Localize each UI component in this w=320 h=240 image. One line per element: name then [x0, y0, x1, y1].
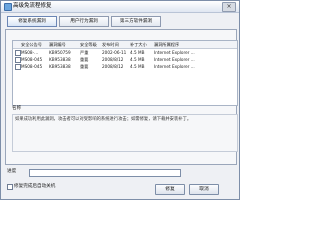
- cell-size: 4.5 MB: [130, 64, 145, 69]
- content-panel: 安全公告号 漏洞编号 安全等级 发布时间 补丁大小 漏洞所属程序 MS08-..…: [5, 29, 238, 165]
- description-box: 如果成功利用此漏洞，攻击者可以对受影响的系统进行攻击；如需修复，请下载并安装补丁…: [12, 114, 238, 152]
- column-header-program: 漏洞所属程序: [154, 42, 180, 47]
- name-label: 名称: [12, 106, 22, 111]
- cell-level: 严重: [80, 50, 89, 55]
- column-header-date: 发布时间: [102, 42, 119, 47]
- cell-bulletin: MS08-045: [21, 57, 43, 62]
- column-header-size: 补丁大小: [130, 42, 147, 47]
- close-button[interactable]: ×: [222, 2, 236, 12]
- title-bar: 高级免流程修复 ×: [1, 1, 239, 13]
- description-text: 如果成功利用此漏洞，攻击者可以对受影响的系统进行攻击；如需修复，请下载并安装补丁…: [15, 117, 192, 122]
- table-row[interactable]: MS08-045 KB953838 重要 2008/8/12 4.5 MB In…: [13, 56, 237, 63]
- auto-shutdown-checkbox[interactable]: [7, 184, 13, 190]
- cell-level: 重要: [80, 57, 89, 62]
- auto-shutdown-label: 修复完成后自动关机: [14, 184, 56, 189]
- repair-button[interactable]: 修复: [155, 184, 185, 195]
- tab-user-behavior[interactable]: 用户行为漏洞: [59, 16, 109, 27]
- cancel-button[interactable]: 取消: [189, 184, 219, 195]
- cell-program: Internet Explorer ...: [154, 50, 195, 55]
- list-header: 安全公告号 漏洞编号 安全等级 发布时间 补丁大小 漏洞所属程序: [13, 41, 237, 49]
- cell-program: Internet Explorer ...: [154, 57, 195, 62]
- cell-size: 4.5 MB: [130, 50, 145, 55]
- cell-date: 2008/8/12: [102, 57, 124, 62]
- tab-third-party-software[interactable]: 第三方软件漏洞: [111, 16, 161, 27]
- cell-kb: KB953838: [49, 64, 71, 69]
- cell-kb: KB953838: [49, 57, 71, 62]
- cell-program: Internet Explorer ...: [154, 64, 195, 69]
- cell-date: 2002-06-11: [102, 50, 127, 55]
- cell-level: 重要: [80, 64, 89, 69]
- window: 高级免流程修复 × 修复系统漏洞 用户行为漏洞 第三方软件漏洞 安全公告号 漏洞…: [0, 0, 240, 200]
- progress-bar: [29, 169, 181, 177]
- cell-size: 4.5 MB: [130, 57, 145, 62]
- table-row[interactable]: MS08-... KB950759 严重 2002-06-11 4.5 MB I…: [13, 49, 237, 56]
- window-title: 高级免流程修复: [13, 3, 52, 9]
- column-header-kb: 漏洞编号: [49, 42, 66, 47]
- table-row[interactable]: MS08-045 KB953838 重要 2008/8/12 4.5 MB In…: [13, 63, 237, 70]
- cell-date: 2008/8/12: [102, 64, 124, 69]
- cell-bulletin: MS08-...: [21, 50, 39, 55]
- cell-kb: KB950759: [49, 50, 71, 55]
- column-header-level: 安全等级: [80, 42, 97, 47]
- column-header-bulletin: 安全公告号: [21, 42, 42, 47]
- tab-system-vulnerability[interactable]: 修复系统漏洞: [7, 16, 57, 27]
- app-icon: [4, 3, 12, 11]
- progress-label: 进度: [7, 169, 17, 174]
- vulnerability-list: 安全公告号 漏洞编号 安全等级 发布时间 补丁大小 漏洞所属程序 MS08-..…: [12, 40, 238, 106]
- cell-bulletin: MS08-045: [21, 64, 43, 69]
